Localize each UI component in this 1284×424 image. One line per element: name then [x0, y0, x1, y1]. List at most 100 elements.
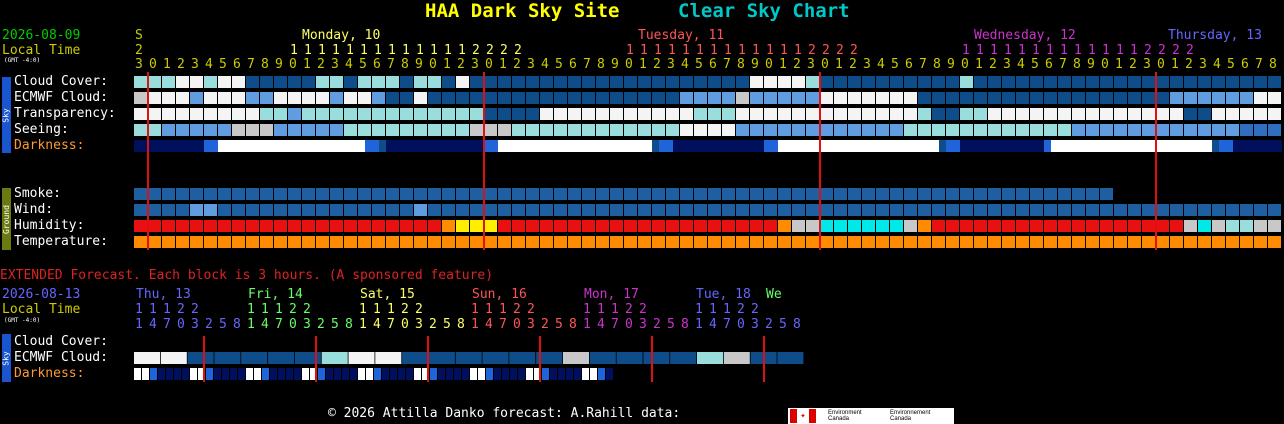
ecmwf-cell [876, 92, 889, 104]
seeing-cell [232, 124, 245, 136]
ext-ecmwf-cell [455, 352, 482, 364]
humidity-cell [1268, 220, 1281, 232]
transparency-cell [554, 108, 567, 120]
ecmwf-cell [722, 92, 735, 104]
wind-cell [1142, 204, 1155, 216]
humidity-cell [190, 220, 203, 232]
extended-hour-digit: 8 [569, 317, 577, 332]
ext-ecmwf-cell [375, 352, 402, 364]
ecmwf-cell [568, 92, 581, 104]
smoke-cell [204, 188, 217, 200]
environment-canada-logo[interactable]: ✦ Environment Canada Environnement Canad… [788, 408, 954, 424]
cloud-cell [680, 76, 693, 88]
temperature-cell [1002, 236, 1015, 248]
darkness-cell [974, 140, 981, 152]
extended-hour-digit: 1 [695, 317, 703, 332]
ecmwf-cell [162, 92, 175, 104]
ecmwf-cell [1072, 92, 1085, 104]
smoke-cell [442, 188, 455, 200]
cloud-cell [582, 76, 595, 88]
darkness-cell [1149, 140, 1156, 152]
ecmwf-cell [442, 92, 455, 104]
seeing-cell [1254, 124, 1267, 136]
transparency-cell [890, 108, 903, 120]
seeing-cell [1016, 124, 1029, 136]
darkness-cell [799, 140, 806, 152]
temperature-cell [442, 236, 455, 248]
ecmwf-cell [218, 92, 231, 104]
humidity-cell [358, 220, 371, 232]
darkness-cell [337, 140, 344, 152]
darkness-cell [1037, 140, 1044, 152]
ecmwf-cell [890, 92, 903, 104]
smoke-cell [792, 188, 805, 200]
smoke-cell [932, 188, 945, 200]
wind-cell [1268, 204, 1281, 216]
ecmwf-cell [624, 92, 637, 104]
ecmwf-cell [862, 92, 875, 104]
cloud-cell [694, 76, 707, 88]
cloud-cell [932, 76, 945, 88]
wind-cell [988, 204, 1001, 216]
ext-row-label-ecmwf: ECMWF Cloud: [14, 350, 108, 365]
darkness-cell [512, 140, 519, 152]
temperature-cell [1240, 236, 1253, 248]
temperature-cell [190, 236, 203, 248]
cloud-cell [1268, 76, 1281, 88]
darkness-cell [141, 140, 148, 152]
wind-cell [624, 204, 637, 216]
seeing-cell [876, 124, 889, 136]
cloud-cell [526, 76, 539, 88]
smoke-cell [862, 188, 875, 200]
transparency-cell [820, 108, 833, 120]
humidity-cell [176, 220, 189, 232]
cloud-cell [358, 76, 371, 88]
darkness-cell [1191, 140, 1198, 152]
smoke-cell [694, 188, 707, 200]
extended-hour-digit: 0 [513, 317, 521, 332]
transparency-cell [302, 108, 315, 120]
cloud-cell [148, 76, 161, 88]
wind-cell [414, 204, 427, 216]
ecmwf-cell [596, 92, 609, 104]
temperature-cell [1100, 236, 1113, 248]
wind-cell [582, 204, 595, 216]
smoke-cell [1072, 188, 1085, 200]
seeing-cell [414, 124, 427, 136]
ext-darkness-cell [366, 368, 373, 380]
darkness-cell [652, 140, 659, 152]
ecmwf-cell [834, 92, 847, 104]
darkness-cell [771, 140, 778, 152]
ext-midnight-line [763, 336, 765, 382]
seeing-cell [246, 124, 259, 136]
wind-cell [918, 204, 931, 216]
humidity-cell [1030, 220, 1043, 232]
seeing-cell [792, 124, 805, 136]
seeing-cell [834, 124, 847, 136]
extended-gmt: (GMT -4:0) [4, 317, 41, 324]
extended-hour-digit: 3 [303, 317, 311, 332]
cloud-cell [778, 76, 791, 88]
temperature-cell [638, 236, 651, 248]
transparency-cell [358, 108, 371, 120]
transparency-cell [484, 108, 497, 120]
extended-tens-digit: 2 [639, 302, 647, 317]
smoke-cell [372, 188, 385, 200]
seeing-cell [1100, 124, 1113, 136]
temperature-cell [568, 236, 581, 248]
darkness-cell [1233, 140, 1240, 152]
seeing-cell [484, 124, 497, 136]
wind-cell [890, 204, 903, 216]
wind-cell [848, 204, 861, 216]
seeing-cell [344, 124, 357, 136]
extended-tens-digit: 2 [751, 302, 759, 317]
seeing-cell [736, 124, 749, 136]
smoke-cell [134, 188, 147, 200]
extended-hour-digit: 7 [723, 317, 731, 332]
wind-cell [1044, 204, 1057, 216]
transparency-cell [148, 108, 161, 120]
ext-ecmwf-cell [348, 352, 375, 364]
darkness-cell [1135, 140, 1142, 152]
seeing-cell [400, 124, 413, 136]
seeing-cell [778, 124, 791, 136]
